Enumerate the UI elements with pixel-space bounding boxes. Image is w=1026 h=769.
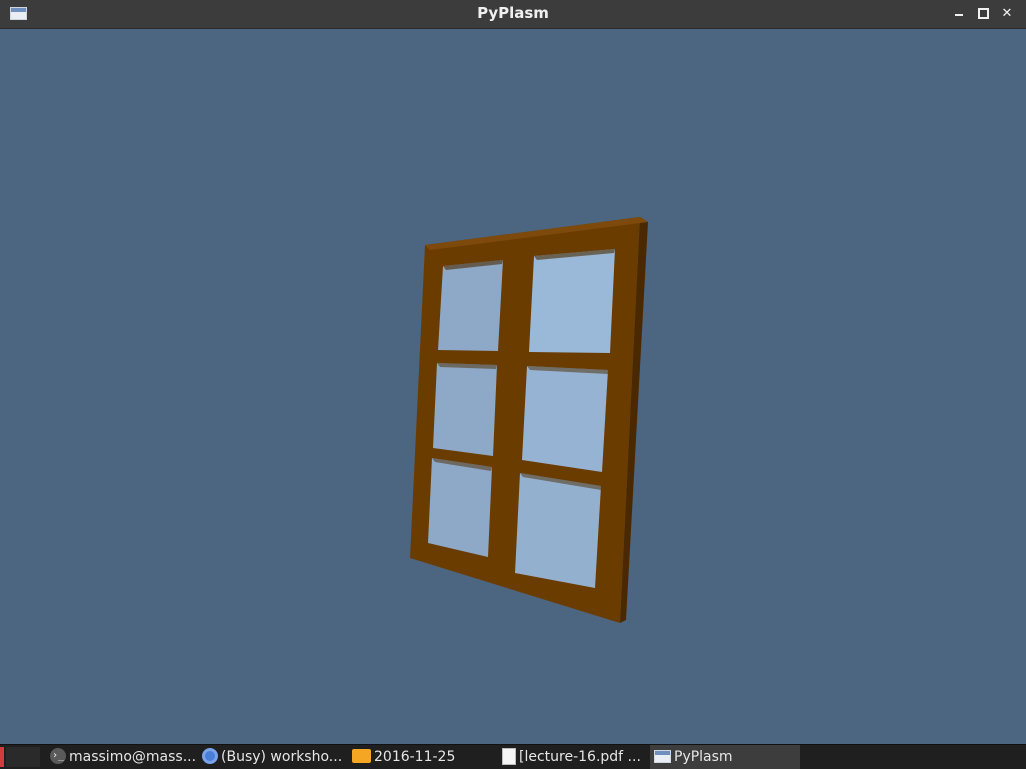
- taskbar-item-label: (Busy) worksho...: [221, 749, 343, 765]
- model-pane: [522, 366, 608, 472]
- taskbar-item-browser[interactable]: (Busy) worksho...: [198, 745, 346, 769]
- minimize-icon: [955, 13, 963, 16]
- close-button[interactable]: ✕: [998, 5, 1016, 23]
- taskbar-item-folder[interactable]: 2016-11-25: [348, 745, 498, 769]
- window-title: PyPlasm: [477, 4, 549, 22]
- model-pane: [529, 249, 615, 353]
- model-pane: [438, 260, 503, 351]
- window-frame-model: [410, 217, 648, 623]
- window-titlebar[interactable]: PyPlasm ✕: [0, 0, 1026, 29]
- chrome-icon: [202, 748, 218, 764]
- taskbar-item-label: PyPlasm: [674, 749, 733, 765]
- taskbar-item-pyplasm[interactable]: PyPlasm: [650, 745, 800, 769]
- close-icon: ✕: [1001, 6, 1013, 21]
- show-desktop-button[interactable]: [6, 747, 40, 767]
- model-pane: [428, 458, 492, 557]
- taskbar-item-label: massimo@mass...: [69, 749, 196, 765]
- maximize-button[interactable]: [974, 5, 992, 23]
- model-pane: [433, 363, 497, 456]
- 3d-viewport[interactable]: [0, 29, 1026, 744]
- taskbar-item-pdf[interactable]: [lecture-16.pdf ...: [498, 745, 648, 769]
- folder-icon: [352, 749, 371, 763]
- window-app-icon: [654, 749, 671, 763]
- minimize-button[interactable]: [950, 5, 968, 23]
- taskbar: ›_ massimo@mass... (Busy) worksho... 2016…: [0, 744, 1026, 769]
- taskbar-item-label: [lecture-16.pdf ...: [519, 749, 641, 765]
- model-pane: [515, 473, 601, 588]
- taskbar-menu-marker[interactable]: [0, 747, 4, 767]
- terminal-icon: ›_: [50, 748, 66, 764]
- taskbar-item-label: 2016-11-25: [374, 749, 456, 765]
- taskbar-item-terminal[interactable]: ›_ massimo@mass...: [46, 745, 196, 769]
- pdf-icon: [502, 747, 516, 765]
- maximize-icon: [977, 8, 989, 19]
